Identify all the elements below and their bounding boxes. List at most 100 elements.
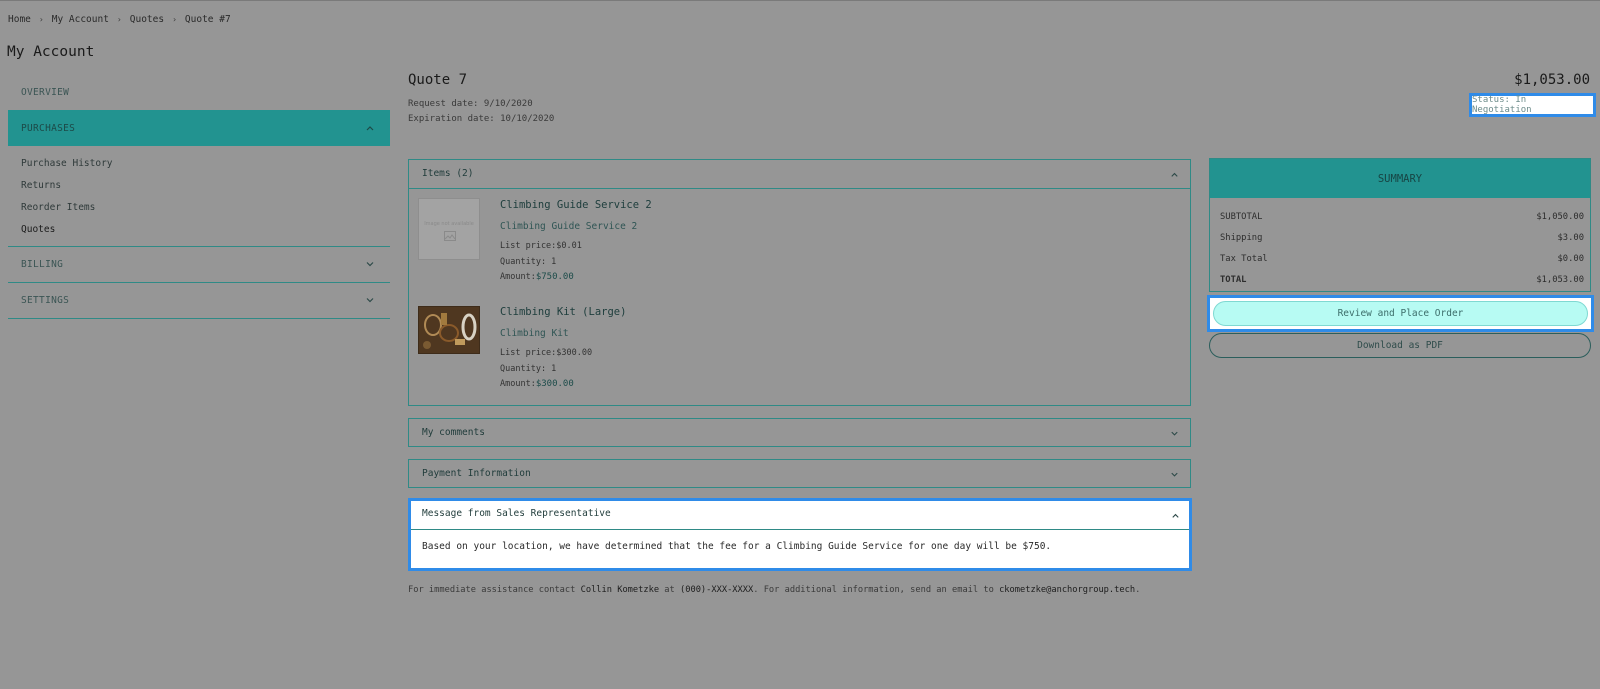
sales-message-title: Message from Sales Representative xyxy=(422,508,611,519)
review-and-place-order-button[interactable]: Review and Place Order xyxy=(1213,301,1588,326)
breadcrumb-my-account[interactable]: My Account xyxy=(52,14,109,25)
summary-value: $1,050.00 xyxy=(1536,212,1584,222)
breadcrumb: Home › My Account › Quotes › Quote #7 xyxy=(8,14,231,25)
sidebar-item-label: BILLING xyxy=(21,258,64,270)
image-placeholder: Image not available xyxy=(418,198,480,260)
status-text: Status: In Negotiation xyxy=(1472,95,1532,115)
item-name[interactable]: Climbing Guide Service 2 xyxy=(500,199,652,211)
sidebar-item-label: OVERVIEW xyxy=(21,86,70,98)
chevron-down-icon xyxy=(1169,428,1180,439)
amount-label: Amount: xyxy=(500,379,536,389)
summary-value: $0.00 xyxy=(1557,254,1584,264)
assistance-note: For immediate assistance contact Collin … xyxy=(408,585,1140,595)
list-price-label: List price: xyxy=(500,348,557,358)
chevron-down-icon xyxy=(1169,469,1180,480)
item-list-price: List price:$0.01 xyxy=(500,241,582,251)
list-price-value: $300.00 xyxy=(556,348,593,358)
amount-value: $300.00 xyxy=(535,379,574,389)
sidebar-item-overview[interactable]: OVERVIEW xyxy=(8,80,390,104)
summary-row-total: TOTAL $1,053.00 xyxy=(1220,275,1584,285)
summary-label: Tax Total xyxy=(1220,254,1268,264)
breadcrumb-current: Quote #7 xyxy=(184,14,231,25)
chevron-down-icon xyxy=(364,294,376,306)
sales-message-panel: Message from Sales Representative Based … xyxy=(408,498,1192,571)
item-subtitle: Climbing Kit xyxy=(500,328,569,339)
sidebar-item-label: PURCHASES xyxy=(21,122,76,134)
chevron-up-icon xyxy=(1170,510,1181,521)
items-panel-header[interactable]: Items (2) xyxy=(409,160,1190,188)
summary-panel: SUMMARY SUBTOTAL $1,050.00 Shipping $3.0… xyxy=(1209,158,1591,292)
expiration-date: Expiration date: 10/10/2020 xyxy=(408,114,555,124)
assistance-at: at xyxy=(659,585,680,595)
summary-row-subtotal: SUBTOTAL $1,050.00 xyxy=(1220,212,1584,222)
contact-name: Collin Kometzke xyxy=(580,585,660,595)
sidebar-divider xyxy=(8,318,390,319)
climbing-kit-image xyxy=(419,307,479,353)
item-name[interactable]: Climbing Kit (Large) xyxy=(500,306,626,318)
sidebar-item-settings[interactable]: SETTINGS xyxy=(8,288,390,312)
sidebar-item-label: SETTINGS xyxy=(21,294,70,306)
sidebar-subitem-returns[interactable]: Returns xyxy=(21,180,61,191)
sidebar-item-billing[interactable]: BILLING xyxy=(8,252,390,276)
sidebar-divider xyxy=(8,246,390,247)
item-quantity: Quantity: 1 xyxy=(500,364,557,374)
comments-panel-title: My comments xyxy=(422,427,485,438)
assistance-middle: . For additional information, send an em… xyxy=(753,585,1000,595)
image-placeholder-icon xyxy=(444,231,456,241)
placeholder-text: Image not available xyxy=(424,221,474,227)
amount-value: $750.00 xyxy=(535,272,574,282)
summary-label: Shipping xyxy=(1220,233,1263,243)
quote-title: Quote 7 xyxy=(408,72,468,88)
sidebar-divider xyxy=(8,282,390,283)
summary-title: SUMMARY xyxy=(1377,172,1423,185)
items-panel: Items (2) Image not available Climbing G… xyxy=(408,159,1191,406)
chevron-right-icon: › xyxy=(172,15,177,24)
summary-header: SUMMARY xyxy=(1210,159,1590,198)
chevron-down-icon xyxy=(364,258,376,270)
review-order-focus: Review and Place Order xyxy=(1207,295,1594,332)
breadcrumb-home[interactable]: Home xyxy=(8,14,31,25)
contact-phone[interactable]: (000)-XXX-XXXX xyxy=(680,585,753,595)
items-panel-title: Items (2) xyxy=(422,168,474,179)
chevron-right-icon: › xyxy=(38,15,44,24)
assistance-prefix: For immediate assistance contact xyxy=(408,585,581,595)
quote-total: $1,053.00 xyxy=(1514,72,1590,88)
summary-label: TOTAL xyxy=(1220,275,1247,285)
list-item: Climbing Kit (Large) Climbing Kit List p… xyxy=(409,299,1190,407)
chevron-right-icon: › xyxy=(116,15,122,24)
payment-panel-title: Payment Information xyxy=(422,468,531,479)
summary-value: $3.00 xyxy=(1557,233,1584,243)
comments-panel[interactable]: My comments xyxy=(408,418,1191,447)
assistance-suffix: . xyxy=(1135,585,1141,595)
payment-panel[interactable]: Payment Information xyxy=(408,459,1191,488)
top-divider xyxy=(0,0,1600,1)
item-amount: Amount:$750.00 xyxy=(500,272,574,282)
status-badge: Status: In Negotiation xyxy=(1469,93,1596,117)
summary-row-tax: Tax Total $0.00 xyxy=(1220,254,1584,264)
sidebar-subitem-purchase-history[interactable]: Purchase History xyxy=(21,158,113,169)
summary-label: SUBTOTAL xyxy=(1220,212,1263,222)
chevron-up-icon xyxy=(1169,169,1180,180)
panel-divider xyxy=(409,188,1190,189)
chevron-up-icon xyxy=(364,122,376,134)
sidebar-subitem-quotes[interactable]: Quotes xyxy=(21,224,55,235)
list-price-value: $0.01 xyxy=(556,241,582,251)
contact-email[interactable]: ckometzke@anchorgroup.tech xyxy=(999,585,1135,595)
summary-row-shipping: Shipping $3.00 xyxy=(1220,233,1584,243)
download-pdf-button[interactable]: Download as PDF xyxy=(1209,333,1591,358)
sidebar-item-purchases[interactable]: PURCHASES xyxy=(8,110,390,146)
item-list-price: List price:$300.00 xyxy=(500,348,592,358)
sales-message-body: Based on your location, we have determin… xyxy=(422,541,1052,552)
summary-value: $1,053.00 xyxy=(1536,275,1584,285)
item-quantity: Quantity: 1 xyxy=(500,257,557,267)
page-title: My Account xyxy=(7,44,95,60)
breadcrumb-quotes[interactable]: Quotes xyxy=(130,14,164,25)
amount-label: Amount: xyxy=(500,272,536,282)
item-subtitle: Climbing Guide Service 2 xyxy=(500,221,638,232)
sales-message-header[interactable]: Message from Sales Representative xyxy=(411,501,1189,529)
panel-divider xyxy=(411,529,1189,530)
list-price-label: List price: xyxy=(500,241,557,251)
request-date: Request date: 9/10/2020 xyxy=(408,99,533,109)
sidebar-subitem-reorder-items[interactable]: Reorder Items xyxy=(21,202,95,213)
product-image xyxy=(418,306,480,354)
